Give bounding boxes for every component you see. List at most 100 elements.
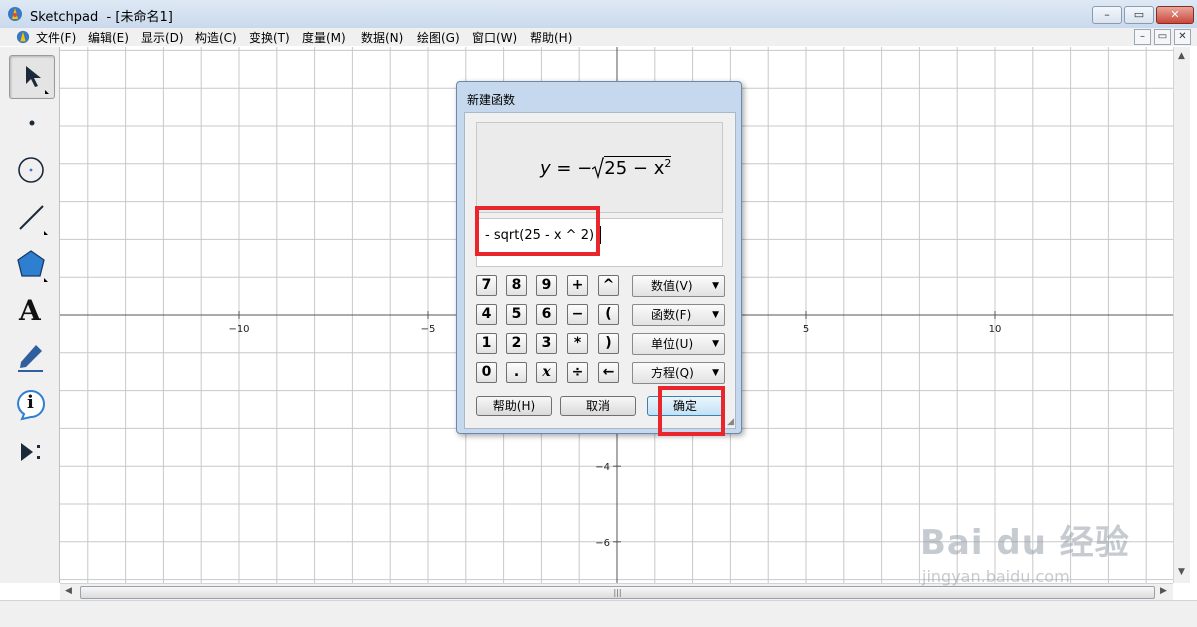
horizontal-scroll-thumb[interactable]: ||| (80, 586, 1155, 599)
arrow-cursor-icon (26, 66, 49, 94)
key-8[interactable]: 8 (506, 275, 527, 296)
formula-rendering: y = − 25 − x2 (540, 156, 672, 180)
menu-transform[interactable]: 变换(T) (249, 29, 290, 46)
key-caret[interactable]: ^ (598, 275, 619, 296)
key-divide[interactable]: ÷ (567, 362, 588, 383)
menu-construct[interactable]: 构造(C) (195, 29, 237, 46)
pentagon-icon (17, 250, 48, 282)
title-bar: Sketchpad - [未命名1] – ▭ ✕ (0, 0, 1197, 29)
point-icon (29, 120, 35, 126)
scroll-down-arrow[interactable]: ▼ (1178, 567, 1185, 577)
functions-dropdown[interactable]: 函数(F) ▼ (632, 304, 725, 326)
x-tick-label: −10 (228, 324, 249, 335)
circle-compass-icon (18, 157, 44, 183)
information-tool-glyph: i (27, 392, 34, 413)
watermark-logo: Bai du 经验 (920, 523, 1130, 563)
formula-exponent: 2 (664, 157, 672, 170)
app-name: Sketchpad (30, 10, 99, 25)
key-1[interactable]: 1 (476, 333, 497, 354)
chevron-down-icon: ▼ (712, 310, 719, 320)
dialog-title: 新建函数 (467, 93, 516, 107)
document-close-button[interactable]: ✕ (1174, 29, 1191, 45)
new-function-dialog: 新建函数 y = −25 − x2 - sqrt(25 - x ^ 2) 7 8… (456, 81, 742, 434)
straightedge-tool[interactable] (9, 197, 53, 239)
text-tool[interactable]: A (9, 291, 53, 333)
marker-tool[interactable] (9, 337, 53, 379)
help-button[interactable]: 帮助(H) (476, 396, 552, 416)
resize-grip-icon[interactable]: ◢ (727, 417, 734, 427)
key-7[interactable]: 7 (476, 275, 497, 296)
document-restore-button[interactable]: ▭ (1154, 29, 1171, 45)
formula-radicand: 25 − x2 (604, 156, 672, 179)
x-tick-label: 10 (989, 324, 1002, 335)
menu-graph[interactable]: 绘图(G) (417, 29, 460, 46)
key-9[interactable]: 9 (536, 275, 557, 296)
window-title: Sketchpad - [未命名1] (30, 6, 173, 25)
document-icon[interactable] (16, 30, 30, 44)
key-4[interactable]: 4 (476, 304, 497, 325)
segment-icon (19, 205, 48, 235)
menu-file[interactable]: 文件(F) (36, 29, 76, 46)
units-dropdown[interactable]: 单位(U) ▼ (632, 333, 725, 355)
key-close-paren[interactable]: ) (598, 333, 619, 354)
scroll-left-arrow[interactable]: ◀ (65, 586, 72, 596)
marker-pen-icon (18, 345, 43, 372)
key-2[interactable]: 2 (506, 333, 527, 354)
minimize-button[interactable]: – (1092, 6, 1122, 24)
scroll-right-arrow[interactable]: ▶ (1160, 586, 1167, 596)
key-minus[interactable]: − (567, 304, 588, 325)
key-open-paren[interactable]: ( (598, 304, 619, 325)
chevron-down-icon: ▼ (712, 281, 719, 291)
arrow-select-tool[interactable] (9, 55, 55, 99)
x-tick-label: 5 (803, 324, 809, 335)
x-tick-label: −5 (421, 324, 436, 335)
formula-equals: = − (550, 158, 593, 179)
compass-tool[interactable] (9, 149, 53, 191)
custom-tool[interactable] (9, 431, 53, 473)
key-plus[interactable]: + (567, 275, 588, 296)
close-button[interactable]: ✕ (1156, 6, 1194, 24)
text-caret (600, 226, 601, 244)
key-6[interactable]: 6 (536, 304, 557, 325)
status-bar (0, 600, 1197, 627)
menu-data[interactable]: 数据(N) (361, 29, 403, 46)
chevron-down-icon: ▼ (712, 339, 719, 349)
key-multiply[interactable]: * (567, 333, 588, 354)
restore-button[interactable]: ▭ (1124, 6, 1154, 24)
cancel-button[interactable]: 取消 (560, 396, 636, 416)
menu-measure[interactable]: 度量(M) (302, 29, 346, 46)
menu-window[interactable]: 窗口(W) (472, 29, 517, 46)
values-dropdown[interactable]: 数值(V) ▼ (632, 275, 725, 297)
ok-button-highlight-box (658, 386, 725, 436)
equations-dropdown-label: 方程(Q) (651, 366, 694, 380)
equations-dropdown[interactable]: 方程(Q) ▼ (632, 362, 725, 384)
polygon-tool[interactable] (9, 244, 53, 286)
key-5[interactable]: 5 (506, 304, 527, 325)
document-minimize-button[interactable]: – (1134, 29, 1151, 45)
y-tick-label: −6 (595, 538, 610, 549)
functions-dropdown-label: 函数(F) (651, 308, 692, 322)
scroll-up-arrow[interactable]: ▲ (1178, 51, 1185, 61)
key-x-variable[interactable]: x (536, 362, 557, 383)
watermark-url: jingyan.baidu.com (922, 567, 1070, 586)
information-tool[interactable]: i (9, 384, 53, 426)
y-tick-label: −4 (595, 462, 610, 473)
menu-help[interactable]: 帮助(H) (530, 29, 572, 46)
radical-sign-icon (591, 157, 605, 180)
key-backspace[interactable]: ← (598, 362, 619, 383)
key-decimal[interactable]: . (506, 362, 527, 383)
point-tool[interactable] (9, 102, 53, 144)
menu-edit[interactable]: 编辑(E) (88, 29, 129, 46)
key-0[interactable]: 0 (476, 362, 497, 383)
values-dropdown-label: 数值(V) (651, 279, 693, 293)
sketchpad-app-icon (8, 7, 22, 21)
menu-display[interactable]: 显示(D) (141, 29, 184, 46)
formula-y: y (540, 158, 551, 179)
vertical-scrollbar[interactable]: ▲ ▼ (1173, 47, 1190, 583)
custom-tools-icon (21, 443, 40, 461)
toolbox: A i (0, 47, 60, 583)
key-3[interactable]: 3 (536, 333, 557, 354)
expression-highlight-box (475, 206, 600, 256)
menu-bar: 文件(F) 编辑(E) 显示(D) 构造(C) 变换(T) 度量(M) 数据(N… (0, 28, 1197, 46)
document-title: - [未命名1] (106, 10, 173, 25)
